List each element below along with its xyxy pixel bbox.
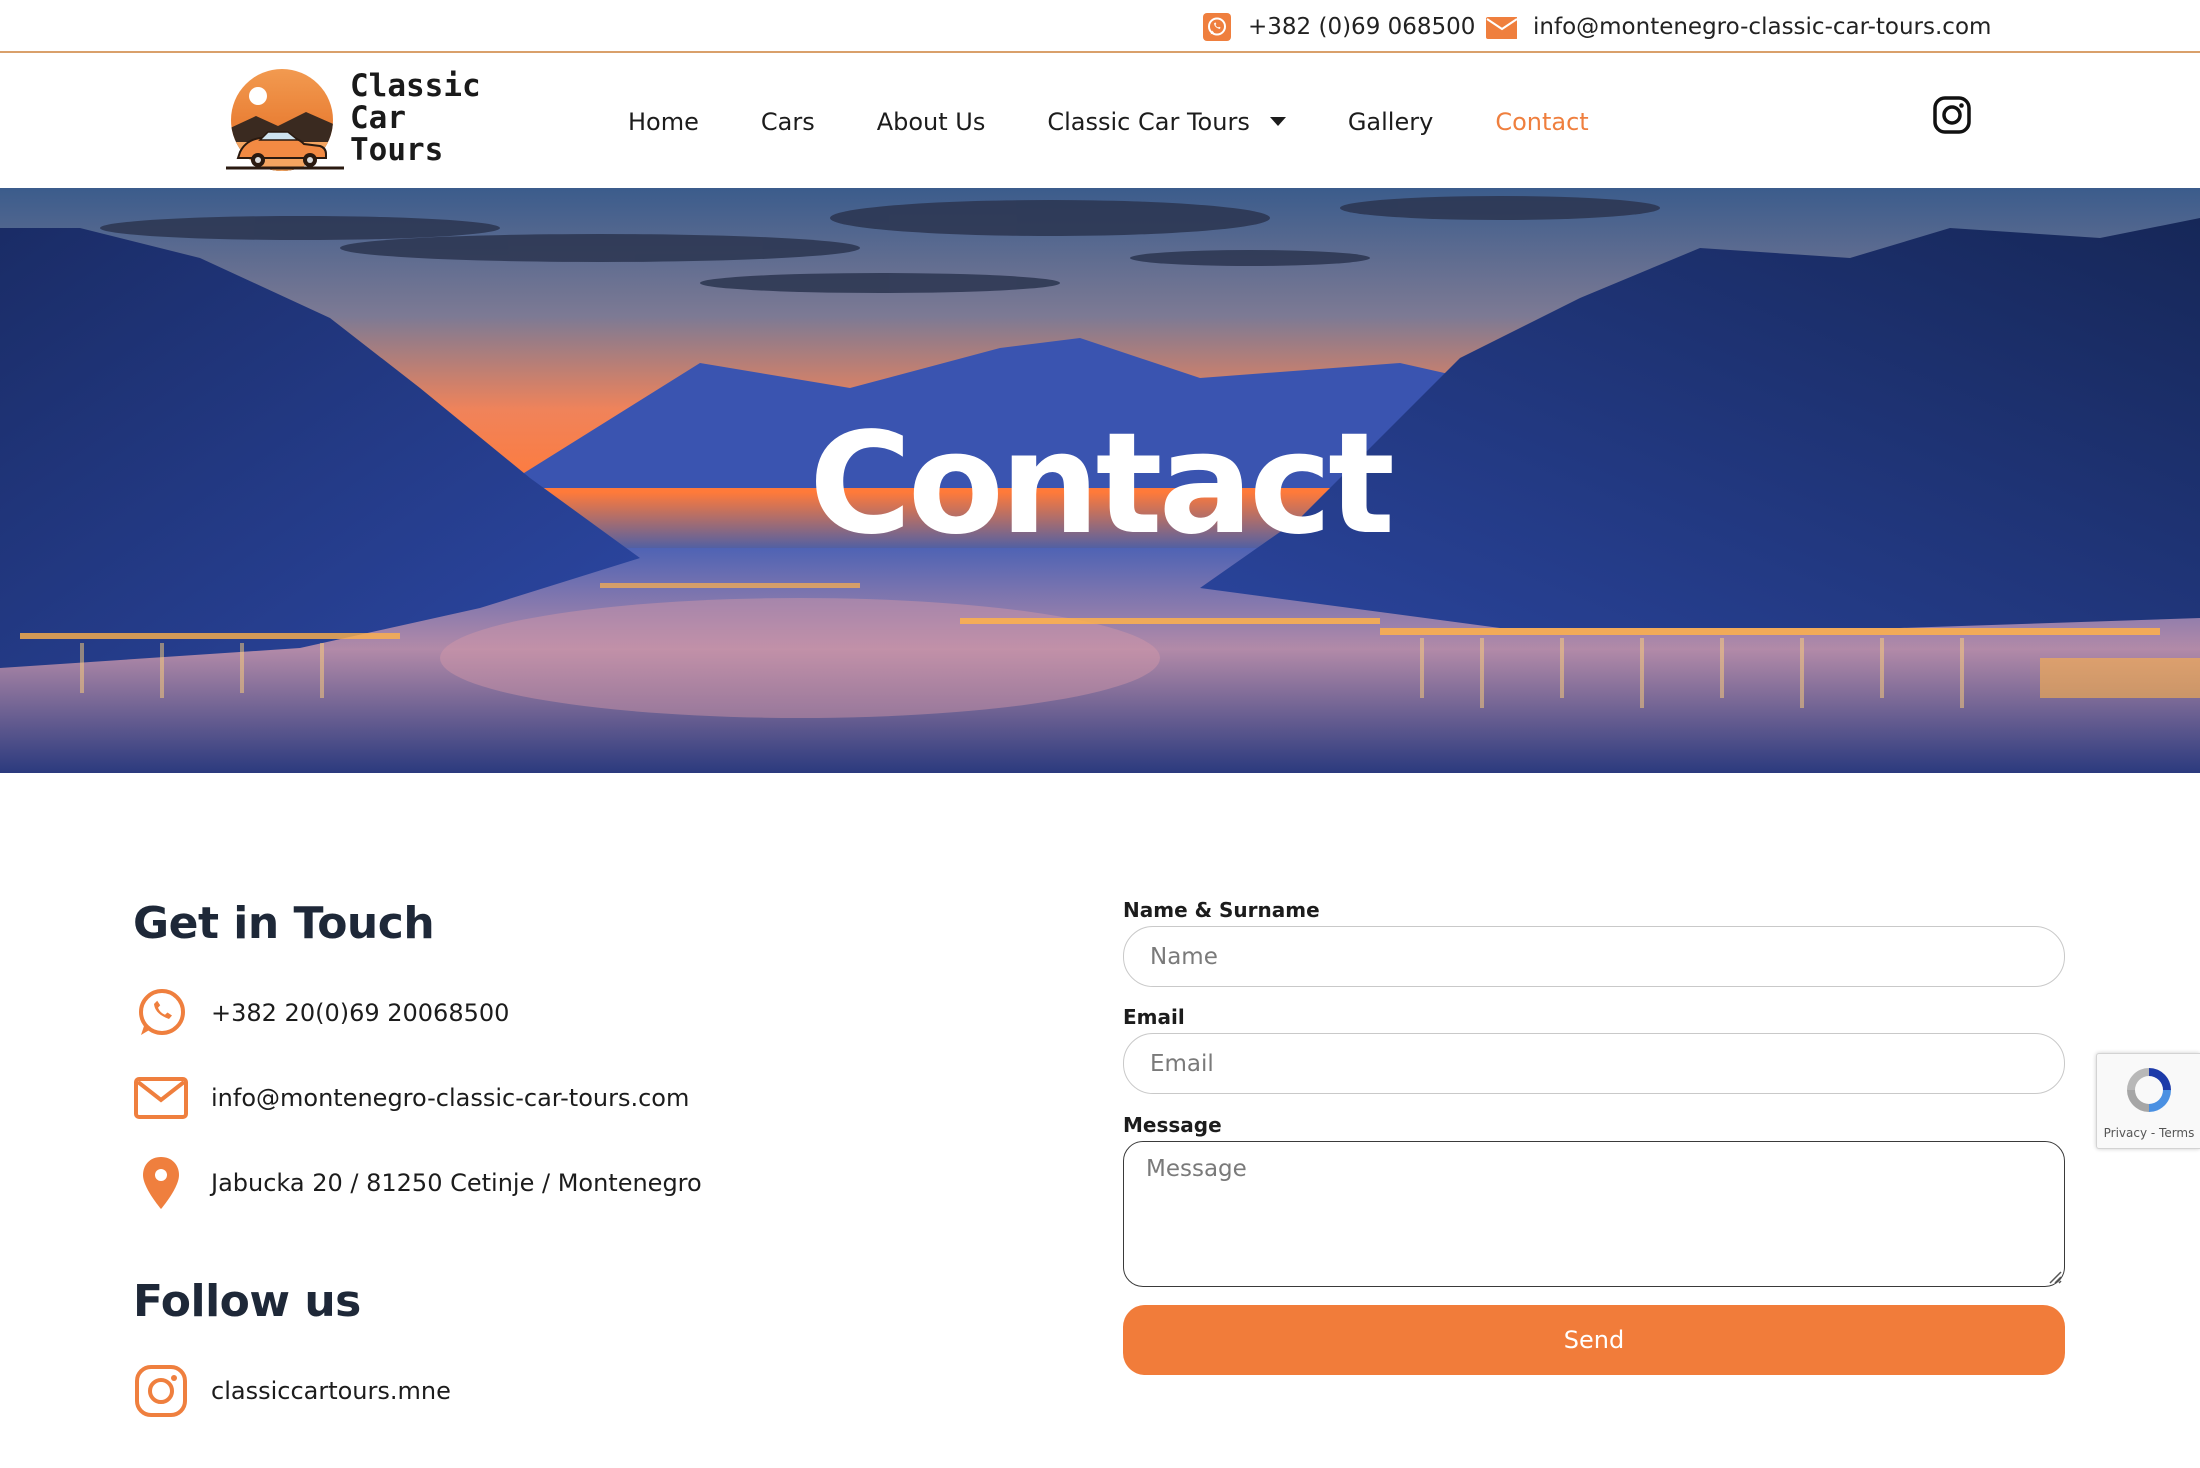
main-nav: Home Cars About Us Classic Car Tours Gal… — [628, 55, 1651, 188]
hero-banner: Contact — [0, 188, 2200, 773]
contact-email-text: info@montenegro-classic-car-tours.com — [211, 1084, 690, 1112]
chevron-down-icon[interactable] — [1269, 117, 1286, 126]
recaptcha-badge[interactable]: Privacy - Terms — [2096, 1053, 2200, 1149]
instagram-handle: classiccartours.mne — [211, 1377, 451, 1405]
topbar-phone-text: +382 (0)69 068500 — [1248, 13, 1476, 40]
envelope-icon — [134, 1077, 188, 1119]
map-pin-icon — [143, 1157, 179, 1209]
message-textarea[interactable] — [1123, 1141, 2065, 1287]
contact-email[interactable]: info@montenegro-classic-car-tours.com — [133, 1070, 689, 1126]
logo-wordmark: Classic Car Tours — [350, 70, 481, 166]
name-label: Name & Surname — [1123, 898, 1320, 922]
message-label: Message — [1123, 1113, 1222, 1137]
nav-about-us[interactable]: About Us — [877, 108, 986, 136]
send-button[interactable]: Send — [1123, 1305, 2065, 1375]
contact-address-text: Jabucka 20 / 81250 Cetinje / Montenegro — [211, 1169, 702, 1197]
nav-classic-car-tours[interactable]: Classic Car Tours — [1047, 107, 1286, 136]
instagram-icon — [135, 1365, 187, 1417]
nav-classic-car-tours-label: Classic Car Tours — [1047, 107, 1250, 136]
recaptcha-icon — [2127, 1068, 2171, 1112]
logo-line-3: Tours — [350, 132, 444, 168]
nav-gallery[interactable]: Gallery — [1348, 108, 1433, 136]
nav-contact[interactable]: Contact — [1495, 108, 1588, 136]
logo-line-1: Classic — [350, 68, 481, 104]
whatsapp-icon — [1203, 12, 1231, 41]
top-contact-bar: +382 (0)69 068500 info@montenegro-classi… — [0, 0, 2200, 53]
topbar-phone[interactable]: +382 (0)69 068500 — [1202, 0, 1475, 53]
site-header: Classic Car Tours Home Cars About Us Cla… — [0, 55, 2200, 188]
envelope-icon — [1486, 16, 1517, 39]
instagram-link[interactable]: classiccartours.mne — [133, 1363, 451, 1419]
contact-phone[interactable]: +382 20(0)69 20068500 — [133, 985, 509, 1041]
email-input[interactable] — [1123, 1033, 2065, 1094]
resize-grip-icon[interactable] — [2046, 1268, 2062, 1284]
contact-phone-text: +382 20(0)69 20068500 — [211, 999, 510, 1027]
logo-line-2: Car — [350, 100, 406, 136]
name-input[interactable] — [1123, 926, 2065, 987]
email-label: Email — [1123, 1005, 1185, 1029]
recaptcha-links[interactable]: Privacy - Terms — [2097, 1126, 2200, 1140]
contact-address: Jabucka 20 / 81250 Cetinje / Montenegro — [133, 1155, 702, 1211]
nav-cars[interactable]: Cars — [761, 108, 815, 136]
logo-emblem — [226, 69, 344, 171]
topbar-email[interactable]: info@montenegro-classic-car-tours.com — [1483, 0, 1991, 53]
page-title: Contact — [809, 403, 1395, 566]
topbar-email-text: info@montenegro-classic-car-tours.com — [1533, 13, 1992, 40]
whatsapp-icon — [139, 989, 185, 1035]
follow-us-heading: Follow us — [133, 1276, 361, 1327]
get-in-touch-heading: Get in Touch — [133, 898, 435, 949]
nav-home[interactable]: Home — [628, 108, 699, 136]
site-logo[interactable]: Classic Car Tours — [226, 68, 481, 178]
instagram-icon[interactable] — [1932, 95, 1972, 135]
